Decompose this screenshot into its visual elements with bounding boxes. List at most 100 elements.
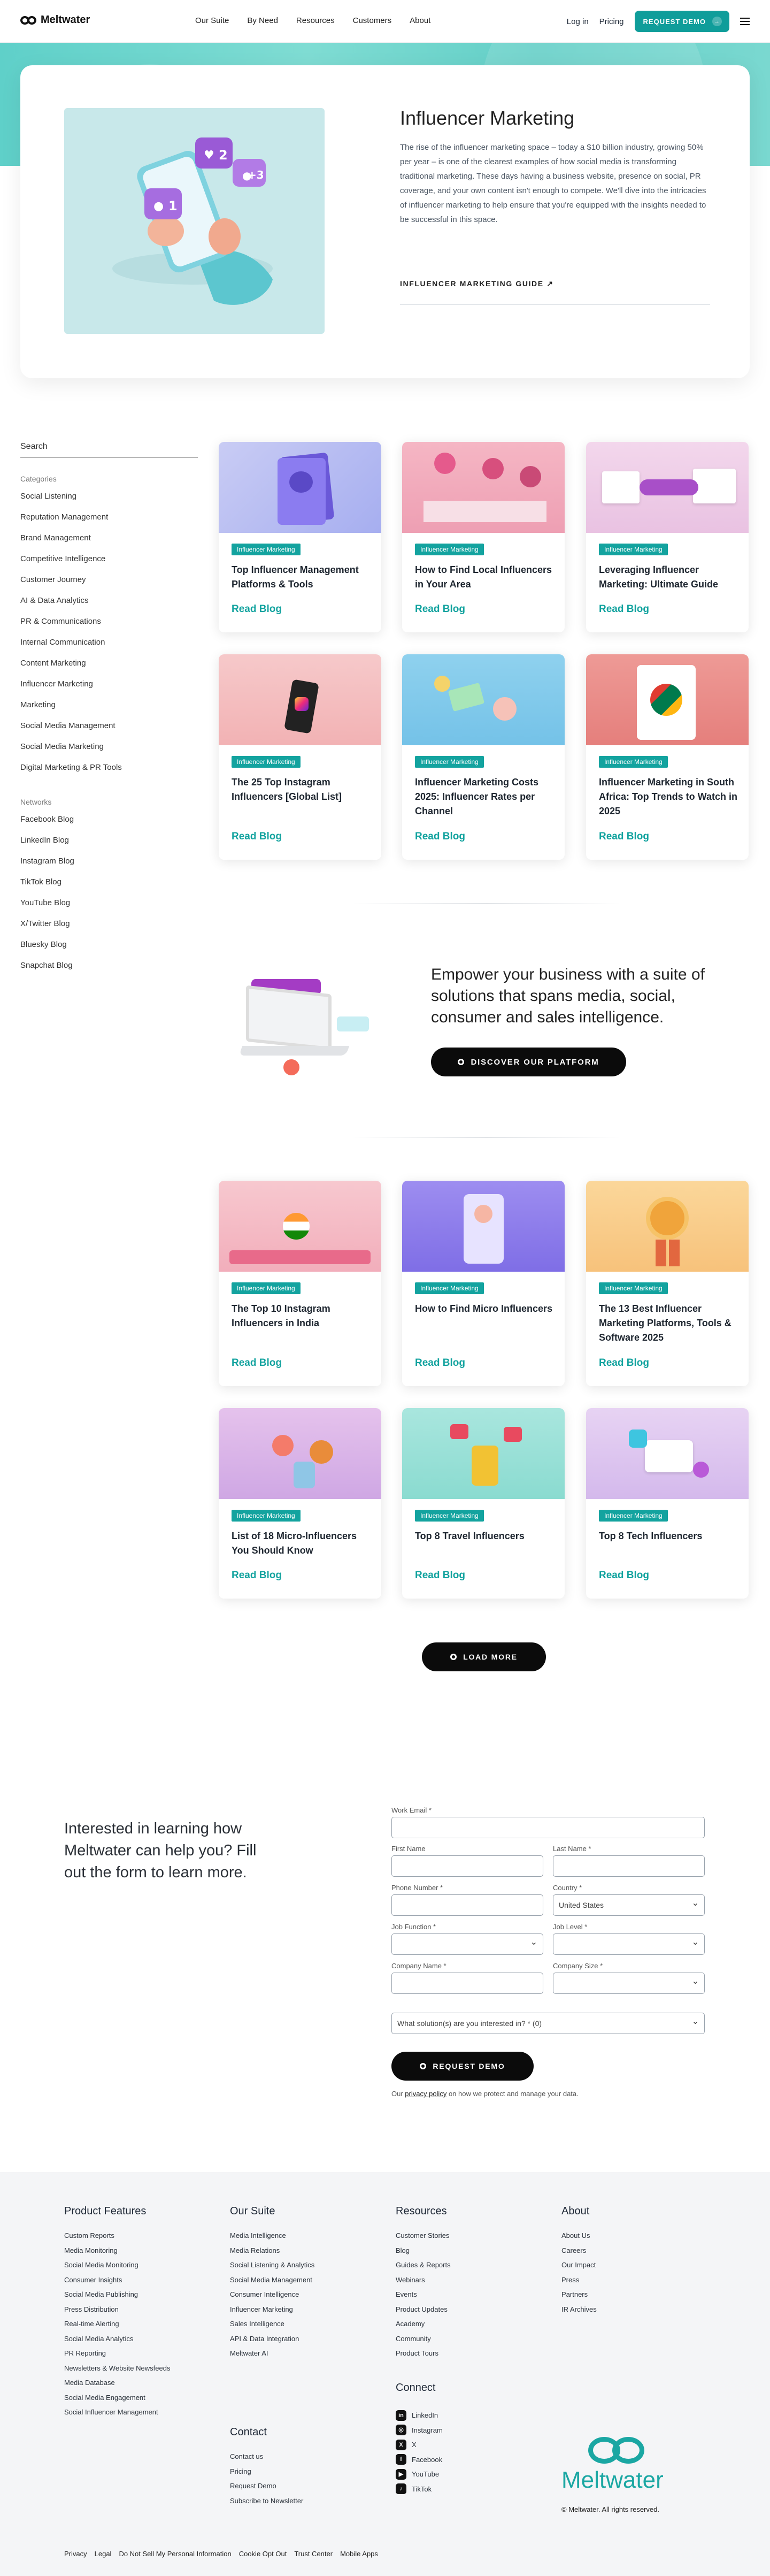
footer-link[interactable]: Request Demo bbox=[230, 2482, 390, 2497]
footer-link[interactable]: Customer Stories bbox=[396, 2231, 556, 2246]
request-demo-submit-button[interactable]: REQUEST DEMO bbox=[391, 2052, 534, 2081]
menu-resources[interactable]: Resources bbox=[296, 16, 335, 25]
footer-link[interactable]: Partners bbox=[561, 2290, 722, 2305]
blog-card[interactable]: Influencer Marketing How to Find Micro I… bbox=[402, 1181, 565, 1386]
footer-bottom-link[interactable]: Privacy bbox=[64, 2550, 87, 2558]
network-x-twitter-blog[interactable]: X/Twitter Blog bbox=[20, 919, 198, 940]
read-blog-link[interactable]: Read Blog bbox=[232, 603, 282, 615]
footer-link[interactable]: Product Updates bbox=[396, 2305, 556, 2320]
blog-card[interactable]: Influencer Marketing The 25 Top Instagra… bbox=[219, 654, 381, 860]
footer-link[interactable]: Press Distribution bbox=[64, 2305, 225, 2320]
footer-link[interactable]: PR Reporting bbox=[64, 2349, 225, 2364]
country-select[interactable]: United States bbox=[553, 1893, 705, 1916]
footer-link[interactable]: Custom Reports bbox=[64, 2231, 225, 2246]
footer-link[interactable]: Sales Intelligence bbox=[230, 2320, 390, 2335]
blog-card[interactable]: Influencer Marketing Top 8 Tech Influenc… bbox=[586, 1408, 749, 1599]
phone-input[interactable] bbox=[391, 1894, 543, 1916]
category-digital-marketing-pr-tools[interactable]: Digital Marketing & PR Tools bbox=[20, 763, 198, 784]
category-internal-communication[interactable]: Internal Communication bbox=[20, 638, 198, 659]
menu-customers[interactable]: Customers bbox=[353, 16, 392, 25]
network-instagram-blog[interactable]: Instagram Blog bbox=[20, 857, 198, 877]
read-blog-link[interactable]: Read Blog bbox=[232, 1357, 282, 1369]
first-name-input[interactable] bbox=[391, 1855, 543, 1877]
footer-link[interactable]: Consumer Insights bbox=[64, 2276, 225, 2291]
network-tiktok-blog[interactable]: TikTok Blog bbox=[20, 877, 198, 898]
category-ai-data-analytics[interactable]: AI & Data Analytics bbox=[20, 596, 198, 617]
company-size-select[interactable] bbox=[553, 1971, 705, 1994]
request-demo-button[interactable]: REQUEST DEMO → bbox=[634, 11, 729, 32]
footer-link[interactable]: Our Impact bbox=[561, 2261, 722, 2276]
network-snapchat-blog[interactable]: Snapchat Blog bbox=[20, 961, 198, 982]
footer-link[interactable]: Events bbox=[396, 2290, 556, 2305]
footer-link[interactable]: Media Database bbox=[64, 2379, 225, 2394]
read-blog-link[interactable]: Read Blog bbox=[232, 1570, 282, 1581]
footer-link[interactable]: Social Influencer Management bbox=[64, 2408, 225, 2423]
category-marketing[interactable]: Marketing bbox=[20, 700, 198, 721]
category-social-media-management[interactable]: Social Media Management bbox=[20, 721, 198, 742]
footer-link[interactable]: Media Monitoring bbox=[64, 2246, 225, 2261]
category-customer-journey[interactable]: Customer Journey bbox=[20, 575, 198, 596]
read-blog-link[interactable]: Read Blog bbox=[599, 603, 649, 615]
category-social-media-marketing[interactable]: Social Media Marketing bbox=[20, 742, 198, 763]
job-level-select[interactable] bbox=[553, 1932, 705, 1955]
footer-link[interactable]: Meltwater AI bbox=[230, 2349, 390, 2364]
social-tiktok[interactable]: ♪ TikTok bbox=[396, 2482, 556, 2497]
category-content-marketing[interactable]: Content Marketing bbox=[20, 659, 198, 679]
blog-card[interactable]: Influencer Marketing Influencer Marketin… bbox=[402, 654, 565, 860]
footer-link[interactable]: IR Archives bbox=[561, 2305, 722, 2320]
footer-link[interactable]: Influencer Marketing bbox=[230, 2305, 390, 2320]
network-bluesky-blog[interactable]: Bluesky Blog bbox=[20, 940, 198, 961]
blog-card[interactable]: Influencer Marketing Influencer Marketin… bbox=[586, 654, 749, 860]
network-facebook-blog[interactable]: Facebook Blog bbox=[20, 815, 198, 836]
footer-bottom-link[interactable]: Mobile Apps bbox=[340, 2550, 378, 2558]
footer-link[interactable]: Social Listening & Analytics bbox=[230, 2261, 390, 2276]
social-youtube[interactable]: ▶ YouTube bbox=[396, 2467, 556, 2482]
discover-platform-button[interactable]: DISCOVER OUR PLATFORM bbox=[431, 1048, 626, 1076]
read-blog-link[interactable]: Read Blog bbox=[415, 1357, 465, 1369]
footer-link[interactable]: Contact us bbox=[230, 2452, 390, 2467]
last-name-input[interactable] bbox=[553, 1855, 705, 1877]
footer-link[interactable]: Product Tours bbox=[396, 2349, 556, 2364]
blog-card[interactable]: Influencer Marketing The 13 Best Influen… bbox=[586, 1181, 749, 1386]
footer-link[interactable]: Press bbox=[561, 2276, 722, 2291]
footer-link[interactable]: Subscribe to Newsletter bbox=[230, 2497, 390, 2512]
blog-card[interactable]: Influencer Marketing How to Find Local I… bbox=[402, 442, 565, 632]
footer-bottom-link[interactable]: Do Not Sell My Personal Information bbox=[119, 2550, 231, 2558]
footer-link[interactable]: Webinars bbox=[396, 2276, 556, 2291]
footer-link[interactable]: Blog bbox=[396, 2246, 556, 2261]
search-input[interactable]: Search bbox=[20, 442, 198, 457]
footer-bottom-link[interactable]: Legal bbox=[95, 2550, 112, 2558]
login-link[interactable]: Log in bbox=[567, 17, 589, 26]
footer-link[interactable]: Careers bbox=[561, 2246, 722, 2261]
social-instagram[interactable]: ◎ Instagram bbox=[396, 2423, 556, 2438]
menu-by-need[interactable]: By Need bbox=[247, 16, 278, 25]
footer-link[interactable]: Social Media Monitoring bbox=[64, 2261, 225, 2276]
category-social-listening[interactable]: Social Listening bbox=[20, 492, 198, 513]
footer-link[interactable]: Academy bbox=[396, 2320, 556, 2335]
solution-select[interactable]: What solution(s) are you interested in? … bbox=[391, 2012, 705, 2034]
footer-link[interactable]: API & Data Integration bbox=[230, 2335, 390, 2350]
read-blog-link[interactable]: Read Blog bbox=[415, 1570, 465, 1581]
load-more-button[interactable]: LOAD MORE bbox=[422, 1642, 546, 1671]
category-reputation-management[interactable]: Reputation Management bbox=[20, 513, 198, 533]
work-email-input[interactable] bbox=[391, 1817, 705, 1838]
meltwater-logo[interactable]: Meltwater bbox=[20, 14, 90, 26]
footer-link[interactable]: Social Media Publishing bbox=[64, 2290, 225, 2305]
category-pr-communications[interactable]: PR & Communications bbox=[20, 617, 198, 638]
footer-bottom-link[interactable]: Cookie Opt Out bbox=[239, 2550, 287, 2558]
footer-link[interactable]: Pricing bbox=[230, 2467, 390, 2482]
network-linkedin-blog[interactable]: LinkedIn Blog bbox=[20, 836, 198, 857]
read-blog-link[interactable]: Read Blog bbox=[415, 603, 465, 615]
footer-link[interactable]: Real-time Alerting bbox=[64, 2320, 225, 2335]
network-youtube-blog[interactable]: YouTube Blog bbox=[20, 898, 198, 919]
social-facebook[interactable]: f Facebook bbox=[396, 2452, 556, 2467]
hamburger-menu-icon[interactable] bbox=[740, 18, 750, 25]
blog-card[interactable]: Influencer Marketing List of 18 Micro-In… bbox=[219, 1408, 381, 1599]
footer-link[interactable]: About Us bbox=[561, 2231, 722, 2246]
menu-about[interactable]: About bbox=[410, 16, 430, 25]
read-blog-link[interactable]: Read Blog bbox=[599, 1570, 649, 1581]
read-blog-link[interactable]: Read Blog bbox=[232, 831, 282, 843]
footer-link[interactable]: Community bbox=[396, 2335, 556, 2350]
footer-link[interactable]: Media Relations bbox=[230, 2246, 390, 2261]
category-competitive-intelligence[interactable]: Competitive Intelligence bbox=[20, 554, 198, 575]
